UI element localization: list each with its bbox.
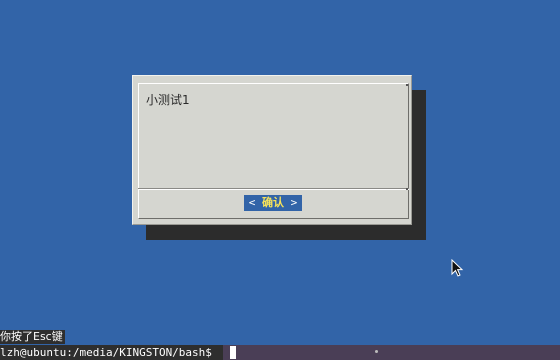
- ok-button[interactable]: < 确认 >: [244, 195, 302, 211]
- terminal-cursor: [230, 346, 236, 359]
- ok-button-right-bracket: >: [284, 196, 298, 209]
- shell-prompt: lzh@ubuntu:/media/KINGSTON/bash$: [0, 345, 223, 360]
- mouse-pointer-icon: [451, 259, 464, 277]
- esc-status-message: 你按了Esc键: [0, 330, 65, 344]
- ok-button-label: 确认: [262, 196, 284, 209]
- dialog-corner-top: [406, 84, 408, 86]
- terminal-dot: [375, 350, 378, 353]
- dialog-separator: [138, 188, 409, 190]
- terminal-prompt-line[interactable]: lzh@ubuntu:/media/KINGSTON/bash$: [0, 345, 560, 360]
- dialog-corner-bottom: [406, 188, 408, 190]
- ok-button-left-bracket: <: [248, 196, 262, 209]
- dialog-message: 小测试1: [146, 93, 190, 107]
- message-dialog: 小测试1 < 确认 >: [132, 75, 412, 225]
